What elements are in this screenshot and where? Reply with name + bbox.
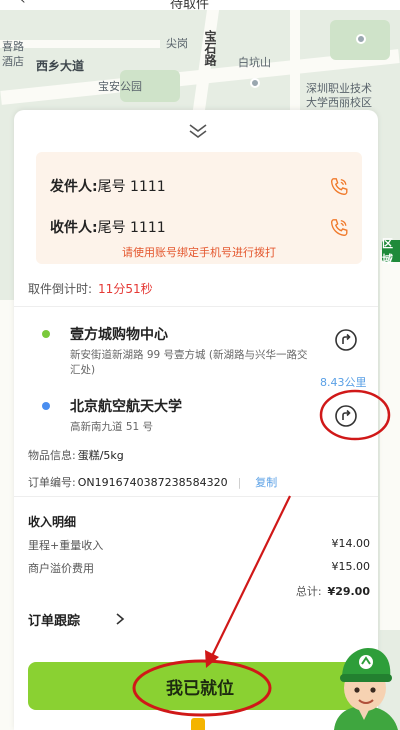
receiver-value: 尾号 1111 <box>97 220 166 236</box>
map-poi-icon <box>250 78 260 88</box>
map-label: 宝安公园 <box>98 80 142 93</box>
pickup-name: 壹方城购物中心 <box>70 327 168 343</box>
total-label: 总计: <box>295 585 322 598</box>
sender-value: 尾号 1111 <box>97 179 166 195</box>
map-label: 西乡大道 <box>36 59 85 73</box>
sender-row: 发件人:尾号 1111 <box>50 176 350 200</box>
arrived-button[interactable]: 我已就位 <box>28 662 372 710</box>
map-label: 宝石路 <box>203 30 217 66</box>
divider <box>14 496 378 497</box>
order-tracking-link[interactable]: 订单跟踪 <box>28 610 148 630</box>
receiver-label: 收件人: <box>50 220 98 236</box>
delivery-address[interactable]: 北京航空航天大学 高新南九道 51 号 <box>28 396 368 436</box>
order-detail-panel: 发件人:尾号 1111 收件人:尾号 1111 请使用账号绑定手机号进行拨打 取… <box>14 110 378 730</box>
map-edge-tag[interactable]: 区域 <box>382 237 400 266</box>
top-bar: ‹ 待取件 <box>0 0 400 12</box>
copy-order-button[interactable]: 复制 <box>255 476 277 489</box>
pickup-dot-icon <box>42 330 50 338</box>
income-title: 收入明细 <box>28 515 77 529</box>
income-total: 总计: ¥29.00 <box>296 583 370 599</box>
countdown-time: 11分51秒 <box>98 282 153 296</box>
bottom-handle <box>191 718 205 730</box>
pickup-address[interactable]: 壹方城购物中心 新安街道新湖路 99 号壹方城 (新湖路与兴华一路交汇处) <box>28 324 368 380</box>
fee-amount: ¥14.00 <box>331 537 371 550</box>
receiver-row: 收件人:尾号 1111 <box>50 217 350 241</box>
fee-label: 里程+重量收入 <box>28 539 104 552</box>
back-icon[interactable]: ‹ <box>20 0 26 8</box>
delivery-detail: 高新南九道 51 号 <box>70 421 154 433</box>
pickup-navigate-icon[interactable] <box>334 328 358 352</box>
collapse-chevron-icon[interactable] <box>186 122 210 140</box>
separator: | <box>237 476 242 489</box>
fee-amount: ¥15.00 <box>331 560 371 573</box>
order-value: ON1916740387238584320 <box>77 476 228 489</box>
map-label: 酒店 <box>2 55 24 68</box>
pickup-detail: 新安街道新湖路 99 号壹方城 (新湖路与兴华一路交汇处) <box>70 349 308 376</box>
call-hint-text: 请使用账号绑定手机号进行拨打 <box>122 246 276 259</box>
delivery-name: 北京航空航天大学 <box>70 399 182 415</box>
call-receiver-phone-icon[interactable] <box>328 217 350 239</box>
goods-label: 物品信息: <box>28 449 76 462</box>
fee-row: 商户溢价费用 ¥15.00 <box>28 560 370 576</box>
contact-card: 发件人:尾号 1111 收件人:尾号 1111 请使用账号绑定手机号进行拨打 <box>36 152 362 264</box>
order-label: 订单编号: <box>28 476 76 489</box>
total-amount: ¥29.00 <box>327 585 370 598</box>
route-distance: 8.43公里 <box>320 376 367 389</box>
call-sender-phone-icon[interactable] <box>328 176 350 198</box>
arrived-button-label: 我已就位 <box>166 678 234 698</box>
sender-label: 发件人: <box>50 179 98 195</box>
divider <box>14 306 378 307</box>
page-title: 待取件 <box>170 0 210 12</box>
chevron-right-icon <box>116 613 125 625</box>
delivery-navigate-icon[interactable] <box>334 404 358 428</box>
map-label: 白坑山 <box>238 56 271 69</box>
fee-row: 里程+重量收入 ¥14.00 <box>28 537 370 553</box>
fee-label: 商户溢价费用 <box>28 562 94 575</box>
courier-mascot-icon <box>334 648 398 730</box>
map-label: 尖岗 <box>166 37 188 50</box>
goods-value: 蛋糕/5kg <box>77 449 124 462</box>
order-number-row: 订单编号: ON1916740387238584320 | 复制 <box>28 474 277 490</box>
map-label: 大学西丽校区 <box>306 96 372 109</box>
goods-info: 物品信息: 蛋糕/5kg <box>28 447 124 463</box>
map-label: 喜路 <box>2 40 24 53</box>
delivery-dot-icon <box>42 402 50 410</box>
tracking-label: 订单跟踪 <box>28 614 81 629</box>
pickup-countdown: 取件倒计时: 11分51秒 <box>28 280 153 297</box>
map-poi-icon <box>356 34 366 44</box>
countdown-label: 取件倒计时: <box>28 282 93 296</box>
